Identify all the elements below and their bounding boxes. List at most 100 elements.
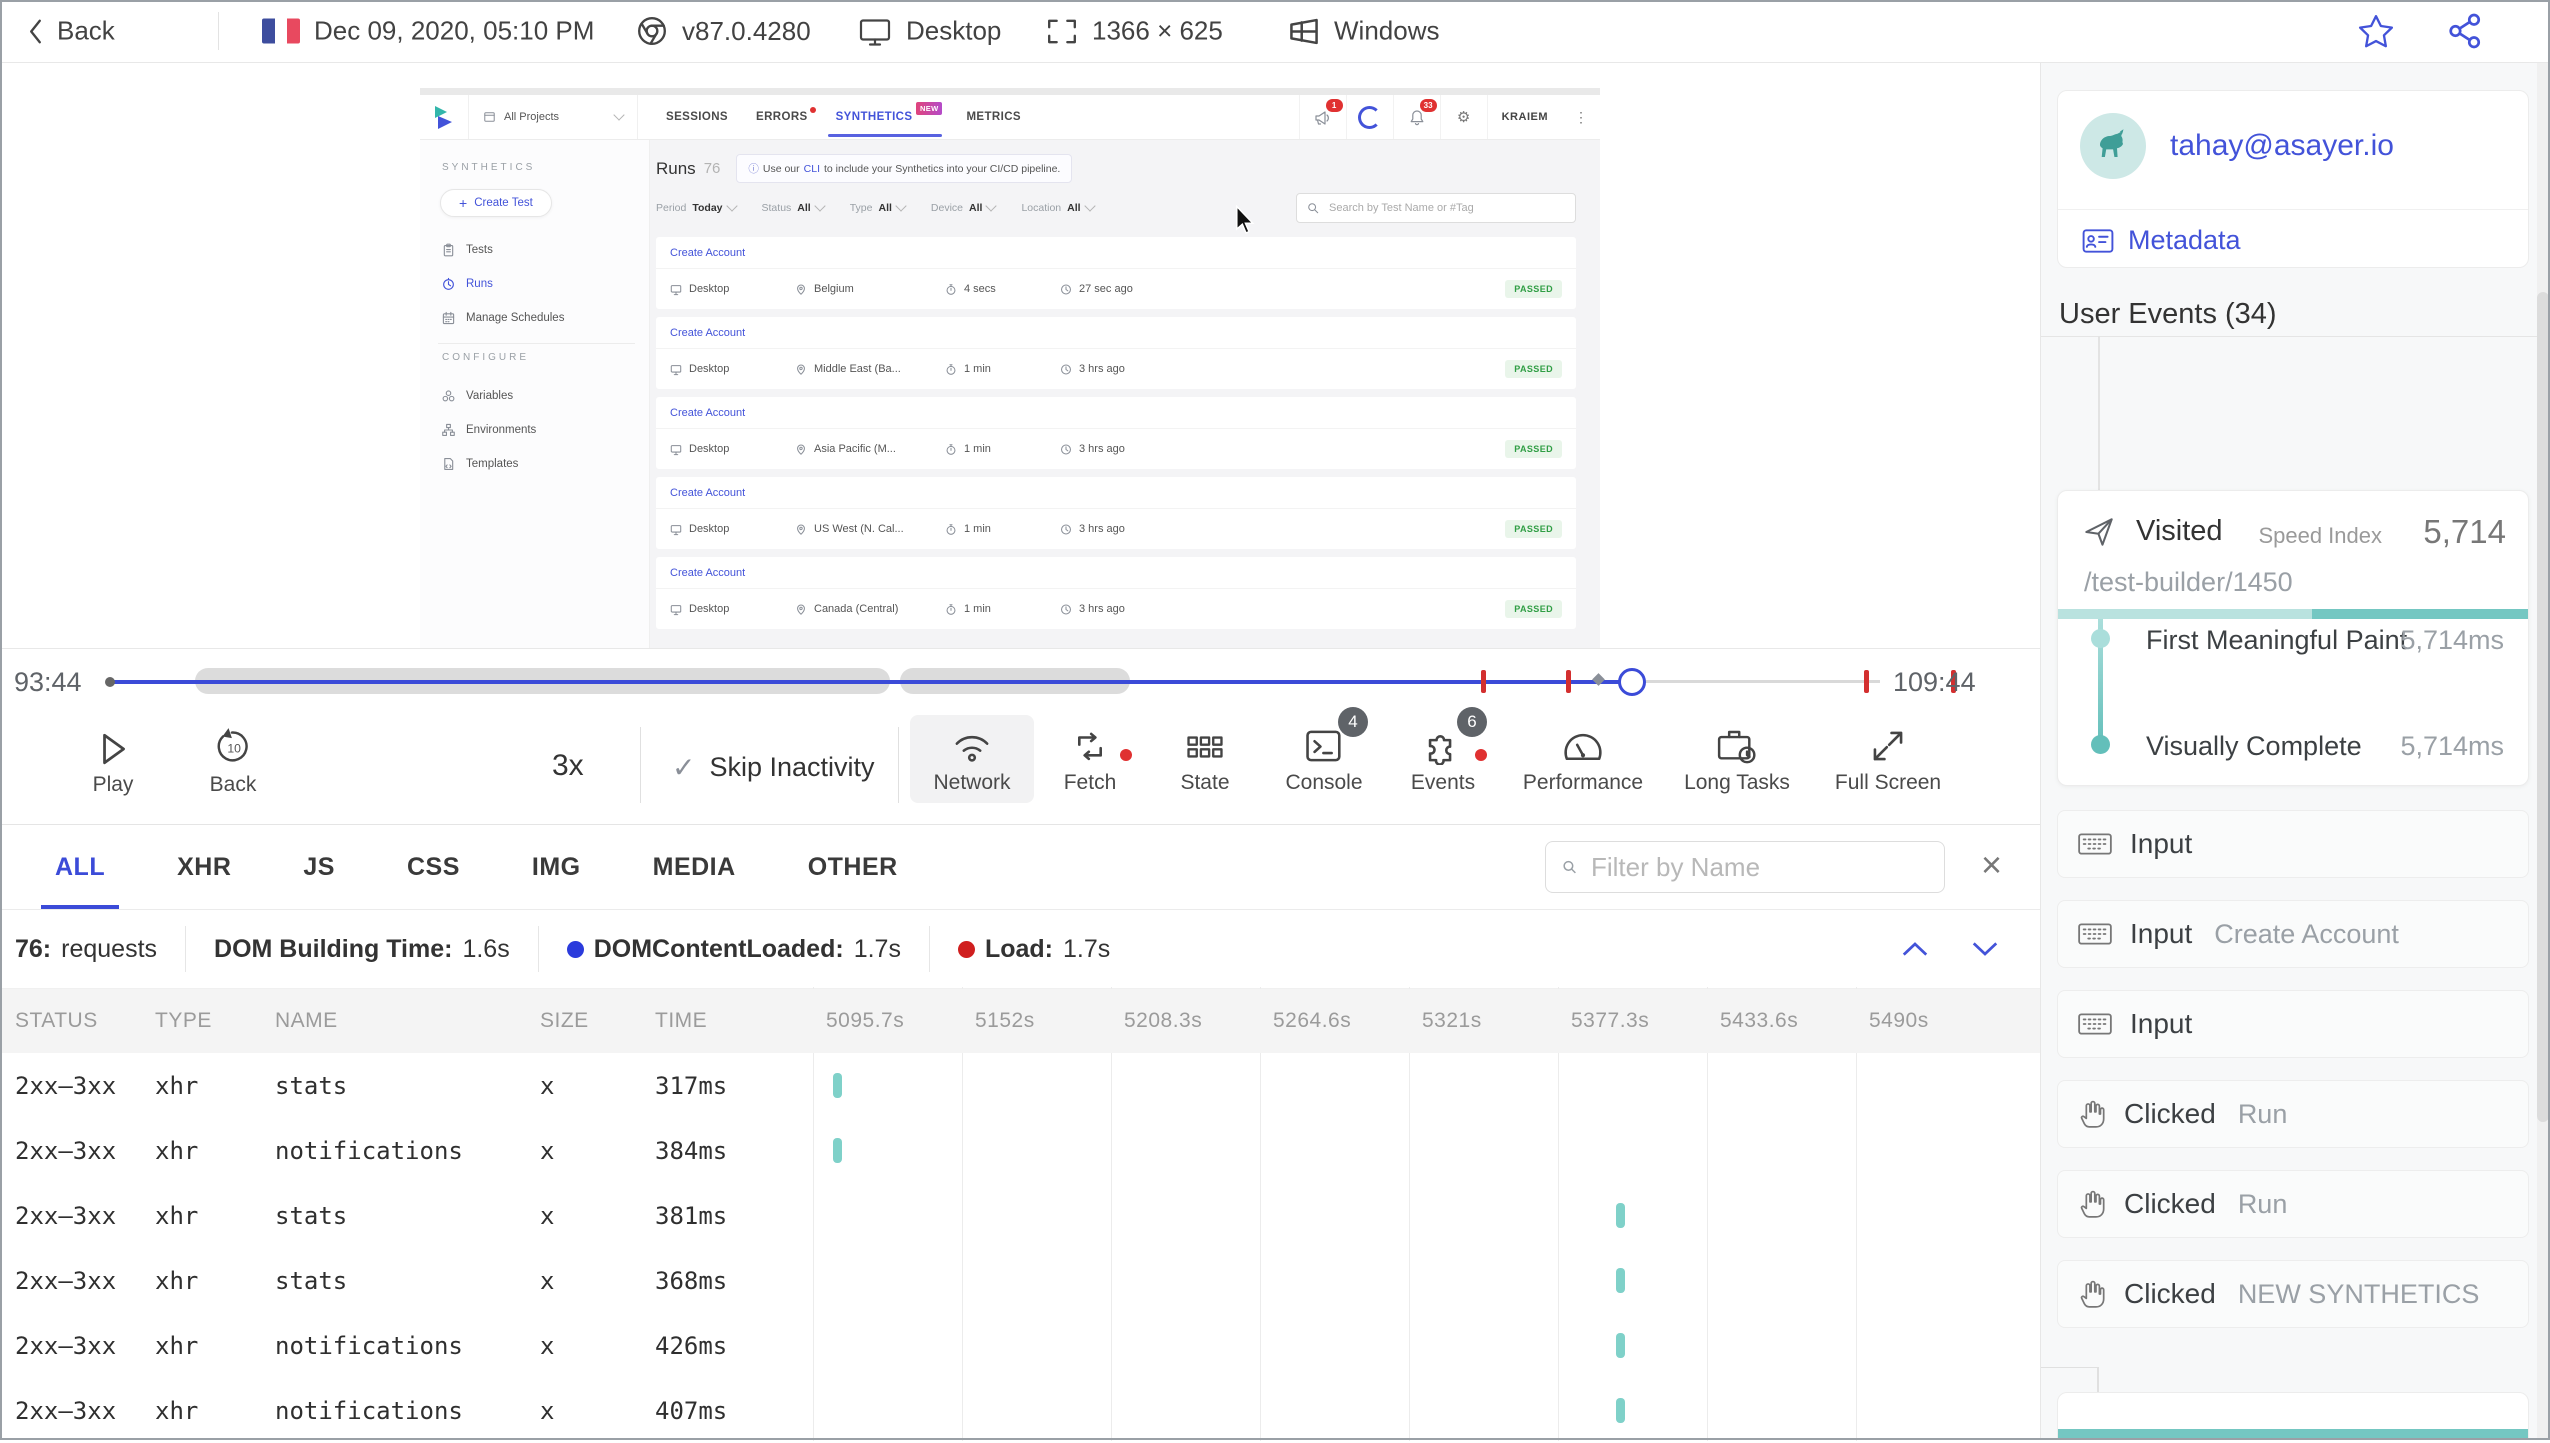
- event-item-clicked[interactable]: Clicked NEW SYNTHETICS: [2057, 1260, 2529, 1328]
- run-group[interactable]: Create Account Desktop Belgium 4 secs 27…: [656, 237, 1576, 309]
- more-menu[interactable]: ⋮: [1562, 95, 1600, 139]
- skip-inactivity-toggle[interactable]: ✓ Skip Inactivity: [672, 751, 875, 784]
- timeline-scrubber[interactable]: [1618, 668, 1646, 696]
- run-detail-row[interactable]: Desktop Belgium 4 secs 27 sec ago PASSED: [656, 269, 1576, 309]
- settings-button[interactable]: ⚙: [1439, 95, 1487, 139]
- tab-errors[interactable]: ERRORS: [756, 107, 816, 123]
- event-marker[interactable]: [1481, 670, 1486, 693]
- stopwatch-icon: [946, 603, 956, 615]
- run-group[interactable]: Create Account Desktop Asia Pacific (M..…: [656, 397, 1576, 469]
- panel-performance[interactable]: Performance: [1508, 719, 1658, 795]
- run-group[interactable]: Create Account Desktop Canada (Central) …: [656, 557, 1576, 629]
- favorite-button[interactable]: [2358, 14, 2394, 48]
- share-button[interactable]: [2448, 13, 2482, 49]
- filter-location[interactable]: Location All: [1021, 200, 1096, 214]
- request-row[interactable]: 2xx–3xx xhr notifications x 426ms: [0, 1313, 2040, 1378]
- jump-up-button[interactable]: [1900, 940, 1930, 958]
- timeline-track[interactable]: [105, 668, 1956, 696]
- run-test-name[interactable]: Create Account: [656, 557, 1576, 589]
- scrollbar-thumb[interactable]: [2537, 292, 2549, 1122]
- tab-media[interactable]: MEDIA: [653, 853, 736, 882]
- event-item-input[interactable]: Input: [2057, 810, 2529, 878]
- panel-state[interactable]: State: [1143, 719, 1267, 795]
- user-events-title: User Events (34): [2059, 298, 2277, 330]
- run-group[interactable]: Create Account Desktop US West (N. Cal..…: [656, 477, 1576, 549]
- current-time: 93:44: [14, 667, 82, 697]
- back-10s-button[interactable]: 10 Back: [178, 721, 288, 797]
- run-detail-row[interactable]: Desktop Canada (Central) 1 min 3 hrs ago…: [656, 589, 1576, 629]
- panel-network[interactable]: Network: [910, 715, 1034, 803]
- request-row[interactable]: 2xx–3xx xhr notifications x 384ms: [0, 1118, 2040, 1183]
- sidebar-item-manage-schedules[interactable]: Manage Schedules: [438, 301, 635, 335]
- event-item-input[interactable]: Input Create Account: [2057, 900, 2529, 968]
- visited-event-card[interactable]: Visited Speed Index 5,714 /test-builder/…: [2057, 490, 2529, 786]
- run-detail-row[interactable]: Desktop Asia Pacific (M... 1 min 3 hrs a…: [656, 429, 1576, 469]
- visited-label: Visited: [2136, 515, 2223, 547]
- metadata-button[interactable]: Metadata: [2082, 225, 2241, 256]
- run-test-name[interactable]: Create Account: [656, 237, 1576, 269]
- tab-sessions[interactable]: SESSIONS: [666, 111, 728, 123]
- announcements-button[interactable]: 1: [1298, 95, 1346, 139]
- cli-link[interactable]: CLI: [804, 163, 820, 175]
- create-test-button[interactable]: + Create Test: [440, 189, 552, 217]
- panel-full-screen[interactable]: Full Screen: [1818, 719, 1958, 795]
- request-row[interactable]: 2xx–3xx xhr stats x 317ms: [0, 1053, 2040, 1118]
- sidebar-item-environments[interactable]: Environments: [438, 413, 635, 447]
- run-detail-row[interactable]: Desktop US West (N. Cal... 1 min 3 hrs a…: [656, 509, 1576, 549]
- sidebar-scrollbar[interactable]: [2537, 62, 2549, 1440]
- event-item-input[interactable]: Input: [2057, 990, 2529, 1058]
- filter-input[interactable]: [1589, 850, 1928, 884]
- notifications-button[interactable]: 33: [1392, 95, 1440, 139]
- event-item-clicked[interactable]: Clicked Run: [2057, 1170, 2529, 1238]
- play-button[interactable]: Play: [58, 721, 168, 797]
- tab-all[interactable]: ALL: [40, 853, 120, 909]
- project-selector[interactable]: All Projects: [468, 95, 638, 139]
- panel-events[interactable]: 6 Events: [1381, 707, 1505, 795]
- filter-device[interactable]: Device All: [931, 200, 998, 214]
- request-row[interactable]: 2xx–3xx xhr stats x 368ms: [0, 1248, 2040, 1313]
- event-marker[interactable]: [1566, 670, 1571, 693]
- panel-console[interactable]: 4 Console: [1262, 707, 1386, 795]
- filter-type[interactable]: Type All: [850, 200, 907, 214]
- event-marker[interactable]: [1864, 670, 1869, 693]
- tab-other[interactable]: OTHER: [808, 853, 898, 882]
- run-test-name[interactable]: Create Account: [656, 477, 1576, 509]
- test-search-input[interactable]: [1327, 201, 1565, 215]
- back-button[interactable]: Back: [28, 16, 115, 47]
- fullscreen-icon: [1873, 731, 1903, 761]
- tab-img[interactable]: IMG: [532, 853, 581, 882]
- sidebar-item-variables[interactable]: Variables: [438, 379, 635, 413]
- panel-long-tasks[interactable]: Long Tasks: [1662, 719, 1812, 795]
- timeline[interactable]: 93:44 109:44: [0, 649, 2040, 713]
- tab-js[interactable]: JS: [303, 853, 335, 882]
- filter-status[interactable]: Status All: [762, 200, 826, 214]
- panel-fetch[interactable]: Fetch: [1028, 719, 1152, 795]
- test-search-box[interactable]: [1296, 193, 1576, 223]
- tab-synthetics[interactable]: SYNTHETICS NEW: [827, 102, 943, 137]
- filter-box[interactable]: [1545, 841, 1945, 893]
- network-icon: [955, 735, 989, 762]
- request-row[interactable]: 2xx–3xx xhr stats x 381ms: [0, 1183, 2040, 1248]
- player-top-bar: Back Dec 09, 2020, 05:10 PM v87.0.4280 D…: [0, 0, 2550, 63]
- sidebar-item-runs[interactable]: Runs: [438, 267, 635, 301]
- tab-xhr[interactable]: XHR: [177, 853, 231, 882]
- tab-css[interactable]: CSS: [407, 853, 460, 882]
- run-test-name[interactable]: Create Account: [656, 317, 1576, 349]
- close-panel-button[interactable]: ×: [1981, 847, 2002, 883]
- network-tabs: ALL XHR JS CSS IMG MEDIA OTHER ×: [0, 825, 2040, 910]
- filter-period[interactable]: Period Today: [656, 200, 738, 214]
- run-test-name[interactable]: Create Account: [656, 397, 1576, 429]
- sidebar-item-tests[interactable]: Tests: [438, 233, 635, 267]
- run-detail-row[interactable]: Desktop Middle East (Ba... 1 min 3 hrs a…: [656, 349, 1576, 389]
- fmp-value: 5,714ms: [2400, 625, 2504, 655]
- user-menu[interactable]: KRAIEM: [1486, 95, 1562, 139]
- jump-down-button[interactable]: [1970, 940, 2000, 958]
- user-email[interactable]: tahay@asayer.io: [2170, 129, 2394, 163]
- run-group[interactable]: Create Account Desktop Middle East (Ba..…: [656, 317, 1576, 389]
- event-item-clicked[interactable]: Clicked Run: [2057, 1080, 2529, 1148]
- tab-metrics[interactable]: METRICS: [966, 111, 1021, 123]
- sidebar-item-templates[interactable]: Templates: [438, 447, 635, 481]
- speed-toggle[interactable]: 3x: [552, 749, 584, 783]
- location-pin-icon: [797, 364, 805, 375]
- request-row[interactable]: 2xx–3xx xhr notifications x 407ms: [0, 1378, 2040, 1443]
